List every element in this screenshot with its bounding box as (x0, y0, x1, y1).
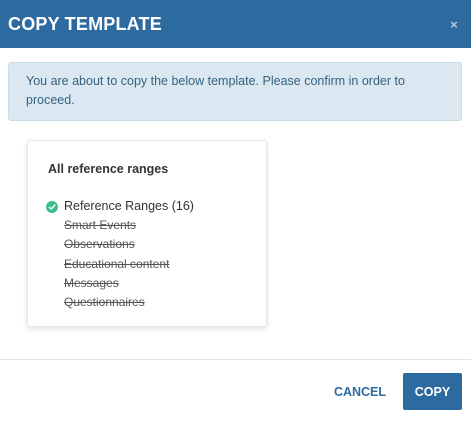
copy-button[interactable]: COPY (403, 373, 462, 410)
copy-template-dialog: COPY TEMPLATE × You are about to copy th… (0, 0, 471, 421)
list-item-label: Reference Ranges (16) (64, 199, 194, 214)
list-item-messages: Messages (64, 275, 119, 290)
list-item-smart-events: Smart Events (64, 218, 137, 233)
template-item-list: Reference Ranges (16) Smart Events Obser… (46, 197, 266, 312)
close-icon[interactable]: × (444, 14, 464, 34)
template-summary-card: All reference ranges Reference Ranges (1… (27, 140, 267, 327)
list-item-questionnaires: Questionnaires (64, 294, 145, 309)
list-item-observations: Observations (64, 237, 135, 252)
footer-divider (0, 359, 471, 360)
card-title: All reference ranges (48, 162, 169, 176)
list-item-reference-ranges: Reference Ranges (16) (46, 197, 266, 216)
check-circle-icon (46, 200, 58, 213)
list-item-educational-content: Educational content (64, 256, 170, 271)
dialog-header: COPY TEMPLATE × (0, 0, 471, 48)
info-alert: You are about to copy the below template… (8, 62, 462, 121)
cancel-button[interactable]: CANCEL (329, 374, 391, 410)
dialog-title: COPY TEMPLATE (8, 13, 162, 34)
